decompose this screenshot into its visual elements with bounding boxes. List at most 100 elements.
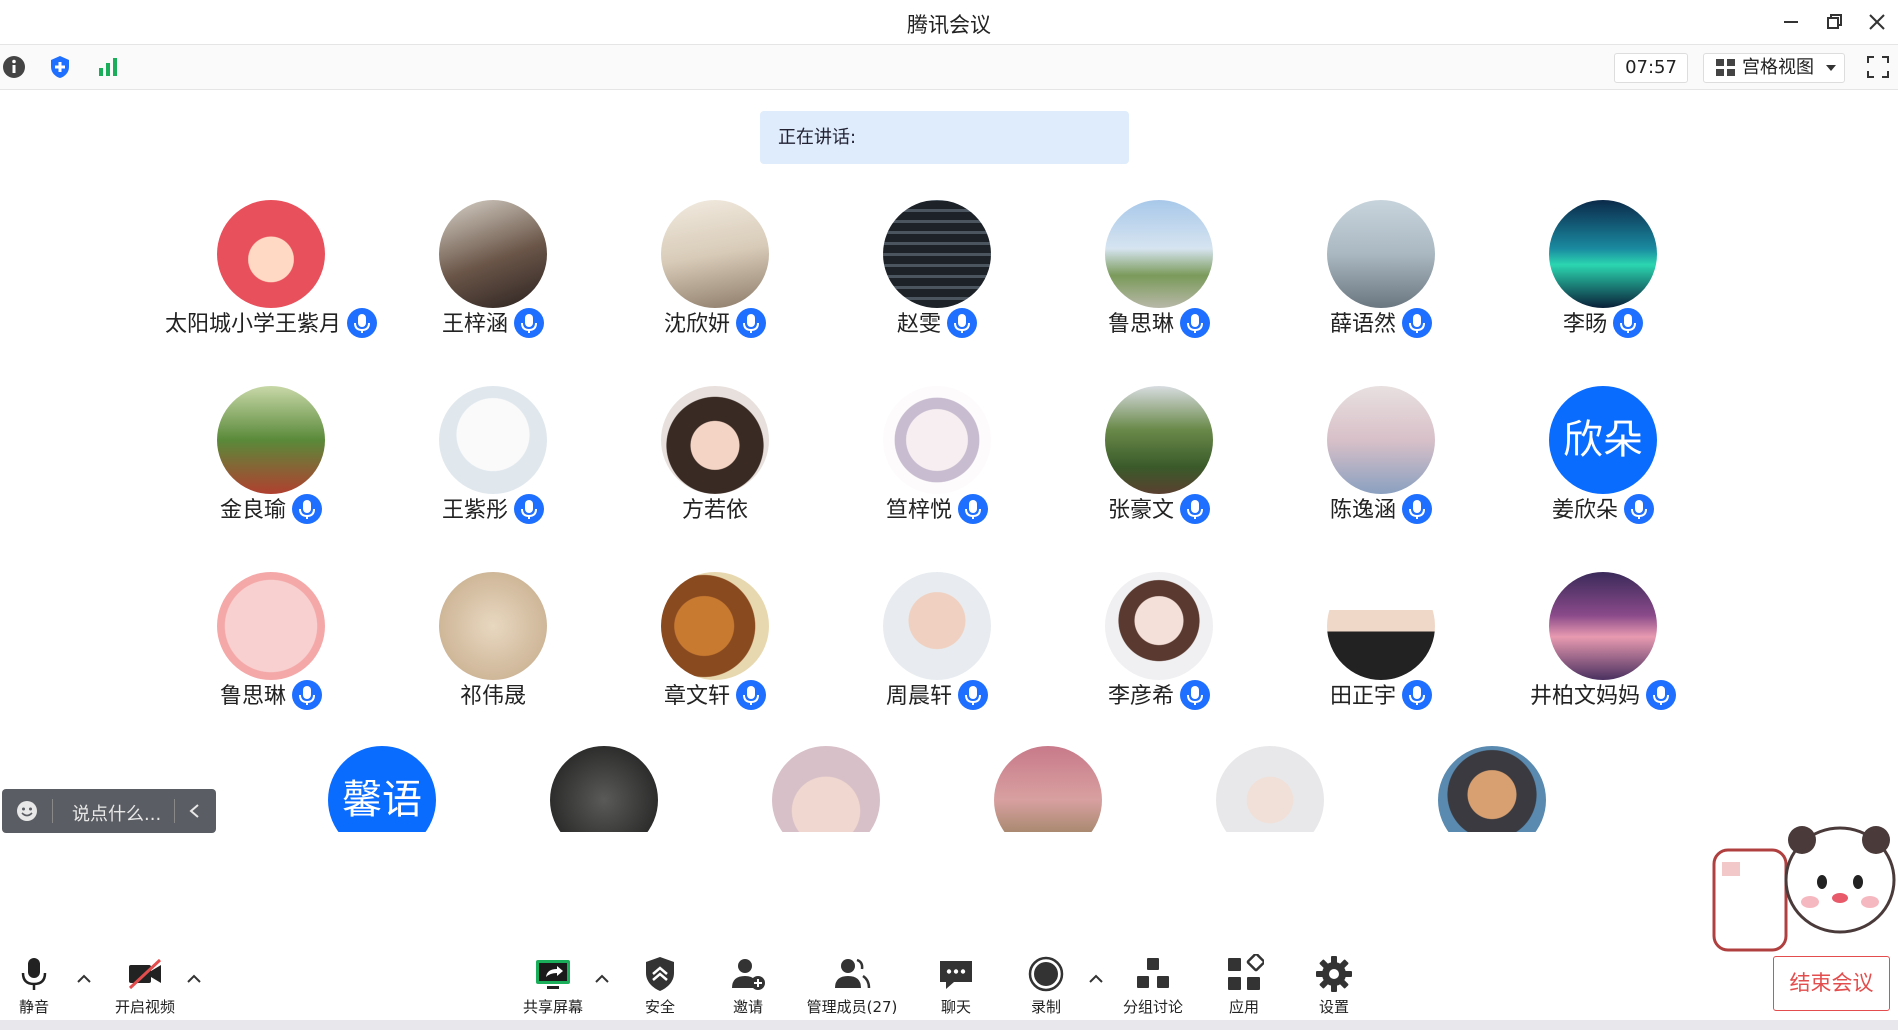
chevron-up-icon[interactable] [76,972,92,986]
chevron-up-icon[interactable] [594,972,610,986]
security-shield-icon[interactable] [48,55,72,79]
microphone-icon[interactable] [347,308,377,338]
participant-name: 章文轩 [663,684,730,709]
participant-tile[interactable]: 王紫彤 [382,386,604,546]
participant-tile[interactable]: 田正宇 [1270,572,1492,732]
microphone-icon[interactable] [1402,680,1432,710]
settings-button[interactable]: 设置 [1312,954,1356,1024]
participant-tile[interactable]: 薛语然 [1270,200,1492,360]
participant-name: 王紫彤 [441,498,508,523]
avatar [1327,200,1435,308]
participant-tile[interactable]: 王梓涵 [382,200,604,360]
avatar [883,386,991,494]
microphone-icon[interactable] [1613,308,1643,338]
participant-tile[interactable]: 太阳城小学王紫月 [160,200,382,360]
avatar: 欣朵 [1549,386,1657,494]
avatar [1105,386,1213,494]
microphone-icon[interactable] [1646,680,1676,710]
start-video-button[interactable]: 开启视频 [110,954,180,1024]
minimize-icon[interactable] [1776,8,1806,36]
microphone-icon[interactable] [1180,680,1210,710]
chat-button[interactable]: 聊天 [934,954,978,1024]
invite-user-icon [732,959,765,990]
chat-input[interactable]: 说点什么... [72,800,161,826]
participant-tile[interactable]: 沈欣妍 [604,200,826,360]
participant-tile[interactable]: 李彦希 [1048,572,1270,732]
participant-name: 田正宇 [1329,684,1396,709]
avatar [217,386,325,494]
participant-tile[interactable]: 鲁思琳 [160,572,382,732]
participant-tile[interactable]: 鲁思琳 [1048,200,1270,360]
microphone-icon[interactable] [1402,494,1432,524]
apps-button[interactable]: 应用 [1222,954,1266,1024]
microphone-icon[interactable] [1402,308,1432,338]
microphone-icon[interactable] [736,680,766,710]
participant-name: 赵雯 [896,312,941,337]
participant-tile[interactable] [715,746,937,832]
participant-tile[interactable]: 方若依 [604,386,826,546]
participant-tile[interactable] [1159,746,1381,832]
chevron-up-icon[interactable] [186,972,202,986]
breakout-rooms-icon [1137,958,1169,988]
microphone-icon[interactable] [1180,308,1210,338]
invite-button[interactable]: 邀请 [726,954,770,1024]
participant-tile[interactable]: 周晨轩 [826,572,1048,732]
microphone-icon[interactable] [1624,494,1654,524]
manage-members-button[interactable]: 管理成员(27) [802,954,902,1024]
network-signal-icon[interactable] [96,55,120,79]
info-icon[interactable] [2,55,26,79]
participant-tile[interactable] [493,746,715,832]
participant-tile[interactable]: 金良瑜 [160,386,382,546]
chevron-left-icon[interactable] [188,803,200,819]
avatar [1105,572,1213,680]
participant-tile[interactable]: 馨语 [271,746,493,832]
security-button[interactable]: 安全 [638,954,682,1024]
mute-label: 静音 [18,998,49,1016]
microphone-icon[interactable] [947,308,977,338]
microphone-icon[interactable] [1180,494,1210,524]
microphone-icon[interactable] [292,494,322,524]
participant-tile[interactable]: 井柏文妈妈 [1492,572,1714,732]
quick-chat-bar[interactable]: 说点什么... [2,789,216,833]
meeting-timer: 07:57 [1614,53,1688,83]
microphone-icon[interactable] [736,308,766,338]
microphone-icon[interactable] [958,494,988,524]
members-icon [835,958,871,989]
participant-tile[interactable]: 欣朵 姜欣朵 [1492,386,1714,546]
participant-tile[interactable]: 祁伟晟 [382,572,604,732]
participant-tile[interactable] [937,746,1159,832]
participant-tile[interactable] [1381,746,1603,832]
microphone-icon[interactable] [958,680,988,710]
share-screen-button[interactable]: 共享屏幕 [518,954,588,1024]
restore-icon[interactable] [1819,8,1849,36]
avatar [1549,200,1657,308]
share-screen-icon [536,960,570,989]
chevron-down-icon [1826,65,1836,71]
participant-tile[interactable]: 李旸 [1492,200,1714,360]
view-mode-label: 宫格视图 [1742,57,1814,78]
participant-tile[interactable]: 赵雯 [826,200,1048,360]
avatar [1105,200,1213,308]
breakout-rooms-button[interactable]: 分组讨论 [1118,954,1188,1024]
participant-tile[interactable]: 笪梓悦 [826,386,1048,546]
share-screen-label: 共享屏幕 [522,998,583,1016]
avatar [439,572,547,680]
record-button[interactable]: 录制 [1024,954,1068,1024]
microphone-icon[interactable] [292,680,322,710]
avatar: 馨语 [328,746,436,832]
microphone-icon[interactable] [514,308,544,338]
emoji-icon[interactable] [16,800,38,822]
fullscreen-icon[interactable] [1866,55,1890,79]
view-mode-button[interactable]: 宫格视图 [1703,53,1845,83]
close-icon[interactable] [1862,8,1892,36]
participant-tile[interactable]: 张豪文 [1048,386,1270,546]
meeting-toolbar: 静音 开启视频 共享屏幕 安全 邀请 管理成员(27) 聊天 录制 分组讨论 应… [0,940,1898,1030]
microphone-icon[interactable] [514,494,544,524]
manage-members-label: 管理成员(27) [806,998,898,1016]
chevron-up-icon[interactable] [1088,972,1104,986]
mute-button[interactable]: 静音 [12,954,56,1024]
end-meeting-button[interactable]: 结束会议 [1773,956,1890,1011]
participant-tile[interactable]: 陈逸涵 [1270,386,1492,546]
meeting-info-bar: 07:57 宫格视图 [0,44,1898,90]
participant-tile[interactable]: 章文轩 [604,572,826,732]
